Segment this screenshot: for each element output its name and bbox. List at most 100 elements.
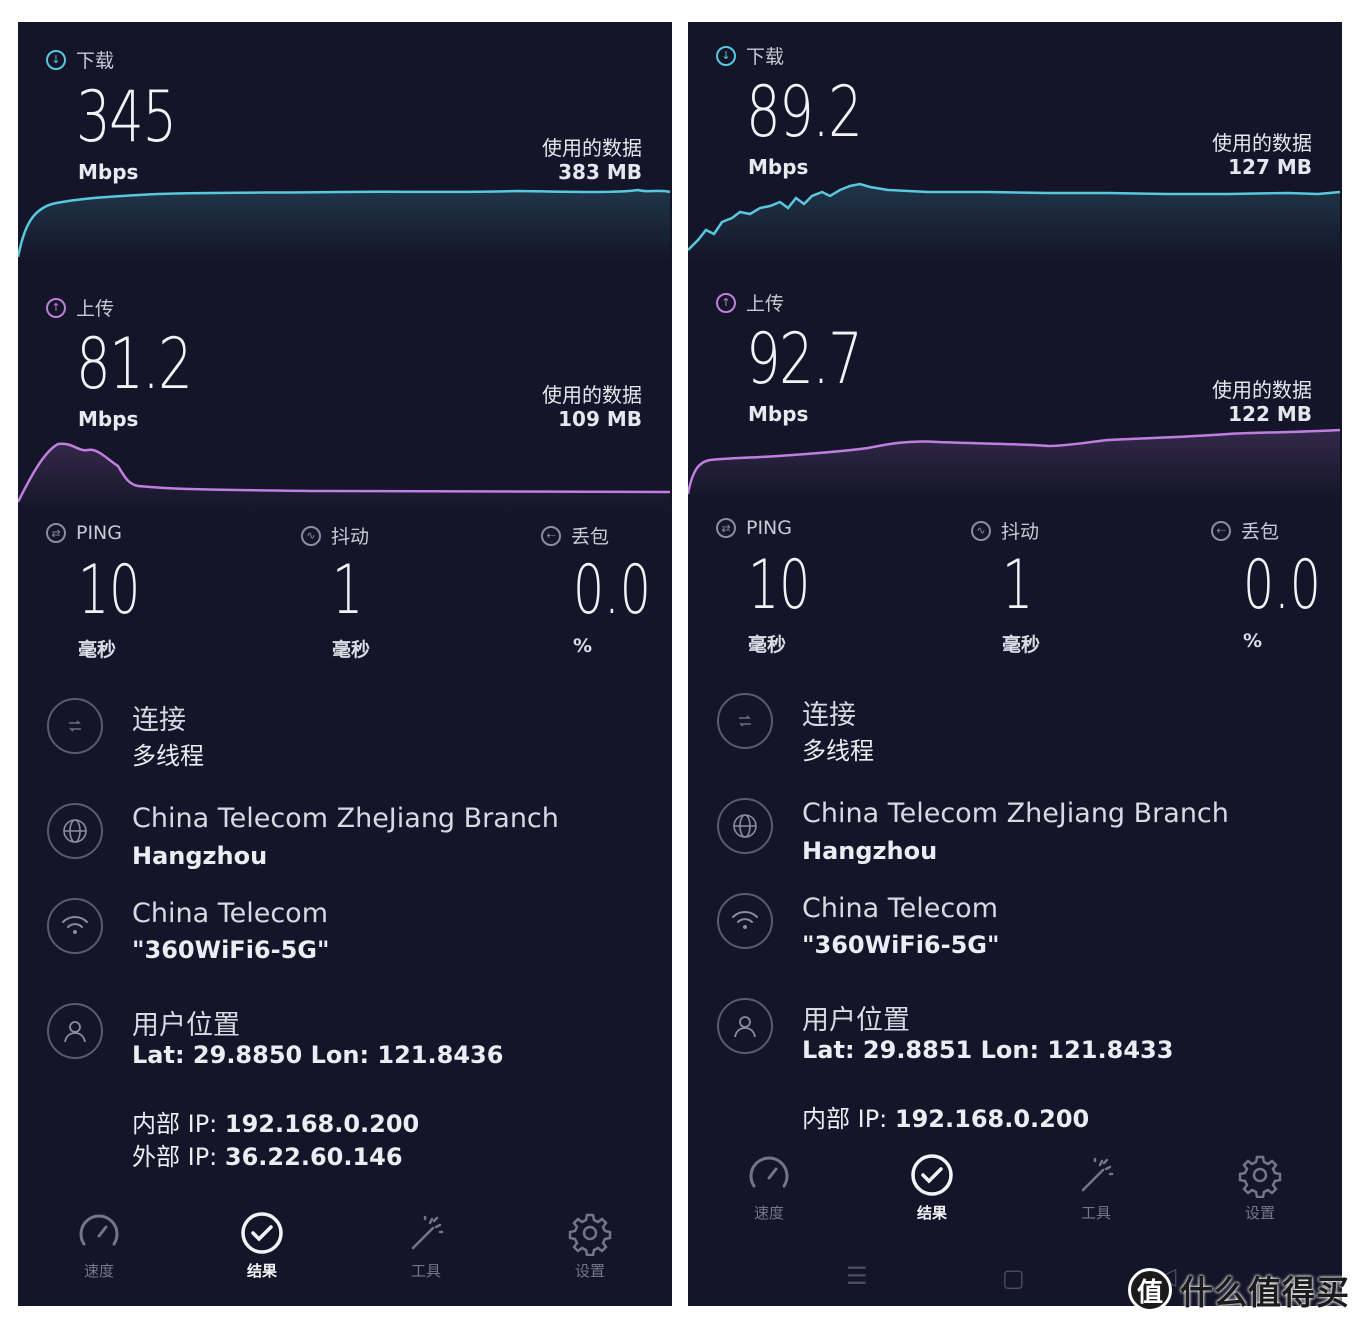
nav-settings-label: 设置 <box>574 1262 605 1280</box>
loss-unit: % <box>1243 630 1263 652</box>
upload-used-value: 109 MB <box>558 407 642 431</box>
upload-speed-value: 92.7 <box>746 318 863 400</box>
download-icon: ↓ <box>716 45 736 66</box>
network-provider: China Telecom <box>802 893 999 924</box>
ping-label: PING <box>746 517 792 539</box>
internal-ip-value: 192.168.0.200 <box>894 1105 1090 1133</box>
jitter-value: 1 <box>332 551 364 630</box>
nav-tools-label: 工具 <box>1080 1204 1111 1222</box>
ping-header: ⇄ PING <box>46 522 122 544</box>
watermark: 值 什么值得买 <box>1128 1266 1350 1314</box>
wifi-icon <box>47 898 103 954</box>
ping-icon: ⇄ <box>716 518 736 538</box>
network-ssid: "360WiFi6-5G" <box>802 931 1000 959</box>
download-used-label: 使用的数据 <box>542 136 642 160</box>
jitter-header: ∿ 抖动 <box>971 517 1039 544</box>
nav-results[interactable]: 结果 <box>872 1152 992 1223</box>
nav-results[interactable]: 结果 <box>202 1210 322 1281</box>
nav-results-label: 结果 <box>916 1204 947 1222</box>
ping-unit: 毫秒 <box>78 639 117 661</box>
server-city: Hangzhou <box>132 842 268 870</box>
speedtest-result-left: ↓ 下载 345 Mbps 使用的数据 383 MB ↑ 上传 81.2 Mbp… <box>18 22 672 1306</box>
jitter-header: ∿ 抖动 <box>301 522 369 549</box>
watermark-logo: 值 <box>1128 1268 1172 1312</box>
external-ip: 外部 IP: 36.22.60.146 <box>132 1137 403 1172</box>
upload-header: ↑ 上传 <box>46 294 114 321</box>
nav-tools-label: 工具 <box>410 1262 441 1280</box>
upload-graph <box>18 442 671 512</box>
connection-icon <box>717 693 773 749</box>
home-icon[interactable]: ▢ <box>1002 1264 1025 1292</box>
user-icon <box>47 1003 103 1059</box>
upload-icon: ↑ <box>716 292 736 313</box>
network-provider: China Telecom <box>132 898 329 929</box>
jitter-value: 1 <box>1002 546 1034 625</box>
jitter-icon: ∿ <box>301 525 321 546</box>
download-speed-value: 345 <box>76 76 177 158</box>
internal-ip-value: 192.168.0.200 <box>224 1110 420 1138</box>
jitter-icon: ∿ <box>971 520 991 541</box>
jitter-unit: 毫秒 <box>1002 634 1041 656</box>
user-location-coords: Lat: 29.8850 Lon: 121.8436 <box>132 1041 504 1069</box>
upload-used-label: 使用的数据 <box>1212 378 1312 402</box>
download-icon: ↓ <box>46 49 66 70</box>
download-used-label: 使用的数据 <box>1212 131 1312 155</box>
loss-value: 0.0 <box>573 551 651 630</box>
download-graph <box>688 182 1341 262</box>
nav-tools[interactable]: 工具 <box>366 1210 486 1281</box>
upload-speed-value: 81.2 <box>76 323 193 405</box>
nav-speed-label: 速度 <box>753 1204 784 1222</box>
internal-ip: 内部 IP: 192.168.0.200 <box>132 1104 419 1139</box>
connection-icon <box>47 698 103 754</box>
nav-speed[interactable]: 速度 <box>709 1152 829 1223</box>
external-ip-value: 36.22.60.146 <box>224 1143 403 1171</box>
watermark-text: 什么值得买 <box>1180 1273 1350 1312</box>
loss-label: 丢包 <box>1241 521 1280 543</box>
connection-mode: 多线程 <box>802 737 874 765</box>
upload-label: 上传 <box>746 293 785 315</box>
speedtest-result-right: ↓ 下载 89.2 Mbps 使用的数据 127 MB ↑ 上传 92.7 Mb… <box>688 22 1342 1306</box>
check-circle-icon <box>241 1212 283 1254</box>
user-icon <box>717 998 773 1054</box>
ping-value: 10 <box>748 546 811 625</box>
upload-header: ↑ 上传 <box>716 289 784 316</box>
ping-icon: ⇄ <box>46 523 66 543</box>
nav-settings[interactable]: 设置 <box>530 1210 650 1281</box>
loss-unit: % <box>573 635 593 657</box>
nav-tools[interactable]: 工具 <box>1036 1152 1156 1223</box>
download-label: 下载 <box>746 46 785 68</box>
loss-header: ⇠ 丢包 <box>1211 517 1279 544</box>
wifi-icon <box>717 893 773 949</box>
check-circle-icon <box>911 1154 953 1196</box>
speedometer-icon <box>749 1156 789 1188</box>
server-name: China Telecom ZheJiang Branch <box>802 798 1229 829</box>
internal-ip-label: 内部 IP: <box>802 1105 895 1133</box>
jitter-unit: 毫秒 <box>332 639 371 661</box>
download-header: ↓ 下载 <box>46 46 114 73</box>
download-speed-value: 89.2 <box>746 71 863 153</box>
server-name: China Telecom ZheJiang Branch <box>132 803 559 834</box>
loss-icon: ⇠ <box>541 525 561 546</box>
nav-settings[interactable]: 设置 <box>1200 1152 1320 1223</box>
menu-icon[interactable]: ☰ <box>846 1262 868 1290</box>
ping-unit: 毫秒 <box>748 634 787 656</box>
ping-header: ⇄ PING <box>716 517 792 539</box>
upload-unit: Mbps <box>78 407 139 431</box>
internal-ip-label: 内部 IP: <box>132 1110 225 1138</box>
globe-icon <box>47 803 103 859</box>
nav-results-label: 结果 <box>246 1262 277 1280</box>
upload-graph <box>688 428 1341 502</box>
nav-speed[interactable]: 速度 <box>39 1210 159 1281</box>
download-header: ↓ 下载 <box>716 42 784 69</box>
ping-label: PING <box>76 522 122 544</box>
jitter-label: 抖动 <box>331 526 370 548</box>
server-city: Hangzhou <box>802 837 938 865</box>
gear-icon <box>568 1213 612 1256</box>
gear-icon <box>1238 1155 1282 1198</box>
connection-mode: 多线程 <box>132 742 204 770</box>
user-location-title: 用户位置 <box>132 1010 240 1041</box>
magic-wand-icon <box>411 1215 444 1250</box>
download-graph <box>18 188 671 262</box>
user-location-coords: Lat: 29.8851 Lon: 121.8433 <box>802 1036 1174 1064</box>
loss-icon: ⇠ <box>1211 520 1231 541</box>
